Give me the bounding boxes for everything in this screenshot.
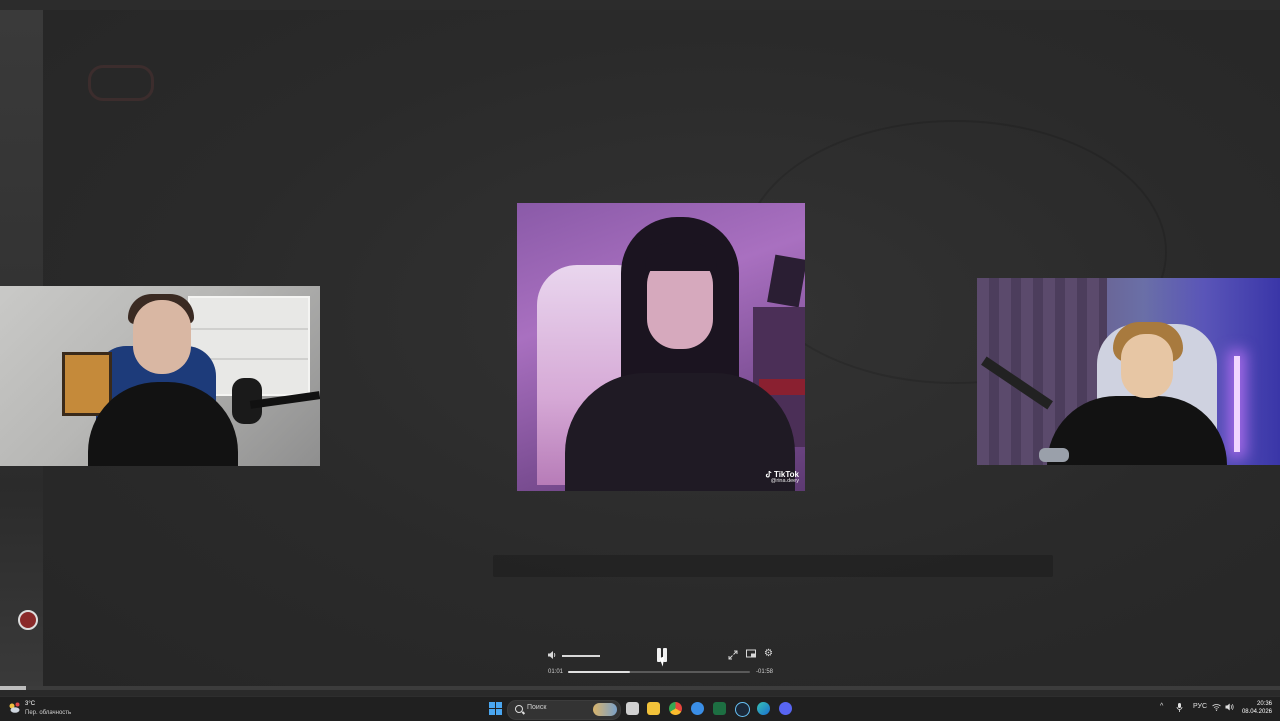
video-controls: ⚙ 01:01 -01:58 (541, 645, 779, 679)
expand-icon[interactable] (728, 650, 738, 663)
streamer-head (1121, 334, 1173, 398)
steam-icon[interactable] (735, 702, 750, 717)
chevron-up-icon[interactable]: ^ (1160, 703, 1163, 710)
search-highlight-art (593, 703, 617, 716)
no-entry-sign (18, 610, 38, 630)
discord-icon[interactable] (779, 702, 792, 715)
clock[interactable]: 20:36 08.04.2026 (1240, 700, 1272, 716)
webcam-left (0, 286, 320, 466)
weather-temp: 3°C (25, 701, 36, 707)
wifi-icon[interactable] (1212, 703, 1221, 713)
webcam-right (977, 278, 1280, 465)
clock-date: 08.04.2026 (1241, 709, 1272, 715)
browser-icon[interactable] (691, 702, 704, 715)
speaker-icon[interactable] (1225, 703, 1234, 713)
start-button[interactable] (489, 702, 502, 715)
monitor (767, 254, 805, 308)
tiktok-video[interactable]: TikTok @rina.deey (517, 203, 805, 491)
tiktok-note-icon (765, 470, 772, 478)
search-placeholder: Поиск (527, 704, 547, 711)
edge-icon[interactable] (757, 702, 770, 715)
page-seek-fill (0, 686, 26, 690)
cloud-icon (9, 702, 20, 713)
weather-condition: Пер. облачность (25, 710, 72, 716)
top-strip (0, 0, 1280, 10)
person-body (565, 373, 795, 491)
taskbar-search[interactable]: Поиск (507, 700, 621, 720)
video-progress-bar[interactable] (568, 671, 750, 673)
person-bangs (645, 243, 717, 271)
gear-icon[interactable]: ⚙ (764, 649, 773, 659)
microphone (1039, 448, 1069, 462)
streamer-head (133, 300, 191, 374)
video-progress-fill (568, 671, 630, 673)
tiktok-handle: @rina.deey (770, 478, 799, 485)
taskbar: 3°C Пер. облачность Поиск ^ РУС 20:36 08… (0, 696, 1280, 721)
time-elapsed: 01:01 (548, 669, 564, 675)
volume-slider[interactable] (562, 655, 600, 657)
microphone-icon[interactable] (1176, 703, 1183, 714)
volume-icon[interactable] (547, 650, 557, 663)
led-light (1234, 356, 1240, 452)
time-remaining: -01:58 (756, 669, 774, 675)
tiktok-watermark: TikTok @rina.deey (765, 470, 799, 485)
background-logo (88, 65, 154, 101)
language-indicator[interactable]: РУС (1193, 703, 1207, 710)
page-seek-bar[interactable] (0, 686, 1280, 690)
file-explorer-icon[interactable] (626, 702, 639, 715)
background-text-band (493, 555, 1053, 577)
folder-icon[interactable] (647, 702, 660, 715)
excel-icon[interactable] (713, 702, 726, 715)
picture-in-picture-icon[interactable] (746, 649, 757, 662)
search-icon (515, 705, 523, 713)
chrome-icon[interactable] (669, 702, 682, 715)
clock-time: 20:36 (1256, 701, 1272, 707)
